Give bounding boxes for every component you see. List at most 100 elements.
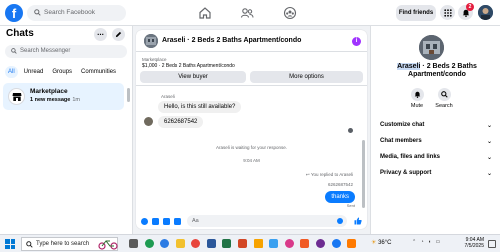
find-friends-button[interactable]: Find friends (396, 5, 436, 21)
windows-start-icon[interactable] (5, 239, 15, 249)
listing-photo[interactable] (419, 35, 444, 60)
chevron-down-icon: ⌄ (486, 123, 492, 129)
conversation-time: 1m (72, 97, 80, 103)
network-icon: ◔ (420, 239, 424, 245)
word-icon[interactable] (207, 239, 216, 248)
conversation-marketplace[interactable]: Marketplace 1 new message 1m (3, 83, 124, 110)
marketplace-avatar (8, 88, 25, 105)
app-icon[interactable] (316, 239, 325, 248)
search-icon (26, 241, 33, 248)
search-action[interactable]: Search (429, 88, 459, 109)
conversation-scrollbar[interactable] (362, 140, 365, 208)
emoji-icon[interactable] (337, 218, 343, 224)
tab-groups[interactable]: Groups (49, 66, 75, 78)
app-icon[interactable] (285, 239, 294, 248)
taskbar-search-placeholder: Type here to search (36, 241, 90, 247)
privacy-support-label: Privacy & support (380, 170, 432, 176)
vlc-icon[interactable] (254, 239, 263, 248)
powerpoint-icon[interactable] (238, 239, 247, 248)
sticker-icon[interactable] (163, 218, 170, 225)
groups-icon[interactable] (282, 5, 298, 21)
gif-icon[interactable] (174, 218, 181, 225)
message-input-placeholder: Aa (192, 218, 199, 224)
customize-chat-row[interactable]: Customize chat ⌄ (380, 122, 492, 129)
conversation-panel: Araseli · 2 Beds 2 Baths Apartment/condo… (136, 30, 367, 229)
message-composer: Aa (136, 213, 367, 229)
taskbar-clock[interactable]: 9:04 AM 7/5/2025 (462, 237, 484, 249)
app-icon[interactable] (269, 239, 278, 248)
search-messenger-input[interactable]: Search Messenger (5, 45, 127, 58)
edge-icon[interactable] (160, 239, 169, 248)
chrome-icon[interactable] (191, 239, 200, 248)
tab-unread[interactable]: Unread (21, 66, 47, 78)
app-icon[interactable] (300, 239, 309, 248)
tab-all[interactable]: All (5, 66, 18, 78)
message-input[interactable]: Aa (187, 215, 347, 227)
media-files-row[interactable]: Media, files and links ⌄ (380, 154, 492, 161)
friends-icon[interactable] (239, 5, 255, 21)
plus-icon[interactable] (141, 218, 148, 225)
chats-sidebar: Chats ... Search Messenger All Unread Gr… (0, 26, 133, 234)
conversation-title[interactable]: Araseli · 2 Beds 2 Baths Apartment/condo (162, 37, 301, 44)
conversation-subtitle: 1 new message (30, 97, 71, 103)
conversation-preview: 1 new message 1m (30, 97, 80, 103)
tab-communities[interactable]: Communities (78, 66, 119, 78)
battery-icon: ▭ (435, 239, 441, 245)
media-files-label: Media, files and links (380, 154, 441, 160)
chats-title: Chats (6, 28, 34, 39)
marketplace-store-icon (12, 93, 22, 101)
facebook-search-input[interactable]: Search Facebook (27, 5, 126, 21)
app-icon[interactable] (332, 239, 341, 248)
chevron-down-icon: ⌄ (486, 171, 492, 177)
thumbs-up-icon[interactable] (354, 217, 362, 225)
details-name-highlight: Araseli (397, 63, 421, 70)
excel-icon[interactable] (222, 239, 231, 248)
reply-notice-text: You replied to Araseli (310, 172, 353, 177)
new-message-button[interactable] (112, 28, 125, 41)
home-icon[interactable] (197, 5, 213, 21)
conversation-info-icon[interactable]: i (352, 37, 361, 46)
listing-label: Marketplace (142, 57, 167, 62)
listing-thumbnail[interactable] (144, 34, 158, 48)
search-label: Search (435, 103, 453, 109)
notification-center-icon[interactable] (488, 240, 496, 248)
grid-menu-icon (443, 8, 452, 17)
menu-button[interactable] (440, 5, 455, 20)
image-icon[interactable] (152, 218, 159, 225)
facebook-logo[interactable]: f (5, 4, 23, 22)
profile-avatar[interactable] (478, 5, 493, 20)
listing-photo-image (419, 35, 444, 60)
privacy-support-row[interactable]: Privacy & support ⌄ (380, 170, 492, 177)
app-icon[interactable] (347, 239, 356, 248)
sender-avatar[interactable] (144, 117, 153, 126)
incoming-message[interactable]: 6262687542 (158, 116, 204, 128)
system-tray[interactable]: ⌃ ◔ ◖ ▭ (412, 239, 440, 245)
file-explorer-icon[interactable] (176, 239, 185, 248)
view-buyer-button[interactable]: View buyer (140, 71, 246, 83)
outgoing-message[interactable]: thanks (325, 191, 355, 203)
time-divider: 9:04 AM (243, 158, 260, 163)
weather-widget[interactable]: ☀ 36°C (371, 239, 391, 246)
tray-chevron-icon: ⌃ (412, 239, 417, 245)
search-messenger-placeholder: Search Messenger (20, 48, 71, 54)
conversation-name: Marketplace (30, 88, 68, 95)
volume-icon: ◖ (428, 239, 432, 245)
listing-summary: Marketplace $1,000 · 2 Beds 2 Baths Apar… (136, 52, 367, 86)
app-icon[interactable] (145, 239, 154, 248)
sidebar-scrollbar[interactable] (127, 88, 130, 102)
mute-action[interactable]: Mute (402, 88, 432, 109)
clock-date: 7/5/2025 (464, 243, 484, 249)
incoming-message[interactable]: Hello, is this still available? (158, 101, 242, 113)
chevron-down-icon: ⌄ (486, 155, 492, 161)
mute-label: Mute (410, 103, 424, 109)
chat-members-row[interactable]: Chat members ⌄ (380, 138, 492, 145)
listing-image (144, 34, 158, 48)
search-placeholder: Search Facebook (44, 9, 95, 16)
avatar-image (478, 5, 493, 20)
sent-status: Sent (346, 203, 355, 208)
quoted-message: 6262687542 (327, 182, 353, 187)
task-view-icon[interactable] (129, 239, 138, 248)
search-icon (11, 48, 17, 54)
more-options-button[interactable]: More options (250, 71, 363, 83)
chat-options-button[interactable]: ... (94, 28, 107, 41)
